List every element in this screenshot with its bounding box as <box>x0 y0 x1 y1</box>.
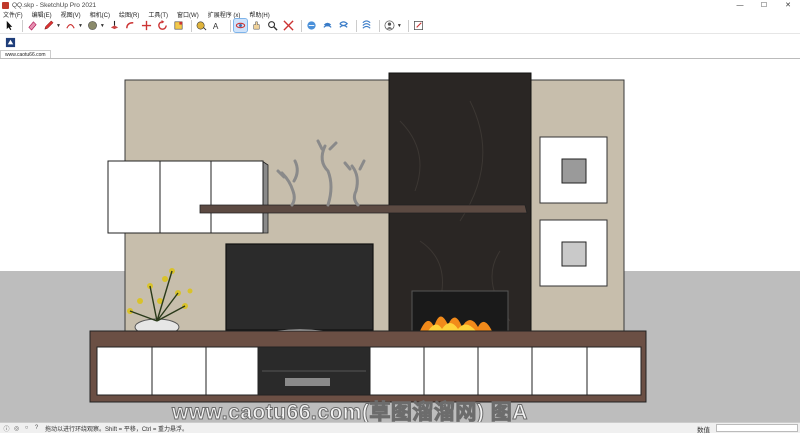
floating-shelf <box>199 204 528 214</box>
status-hint: 拖动以进行环绕观察。Shift = 平移，Ctrl = 重力悬浮。 <box>45 426 189 433</box>
toolbar-separator <box>300 19 302 32</box>
geo-location-icon[interactable]: ◎ <box>13 425 20 432</box>
warehouse-icon[interactable] <box>305 19 318 32</box>
toolbar-separator <box>378 19 380 32</box>
zoom-icon[interactable] <box>266 19 279 32</box>
window-title: QQ.skp - SketchUp Pro 2021 <box>12 1 97 9</box>
toolbar-separator <box>22 19 23 32</box>
layout-icon[interactable] <box>337 19 350 32</box>
secondary-toolbar <box>0 34 800 50</box>
title-bar: QQ.skp - SketchUp Pro 2021 — ☐ ✕ <box>0 0 800 10</box>
app-window: QQ.skp - SketchUp Pro 2021 — ☐ ✕ 文件(F) 编… <box>0 0 800 434</box>
chevron-down-icon[interactable]: ▼ <box>56 23 61 29</box>
measurements-input[interactable] <box>716 424 798 432</box>
shape-icon[interactable] <box>86 19 99 32</box>
chevron-down-icon[interactable]: ▼ <box>100 23 105 29</box>
orbit-icon[interactable] <box>232 18 248 33</box>
window-controls: — ☐ ✕ <box>728 0 800 10</box>
maximize-button[interactable]: ☐ <box>752 0 776 10</box>
rotate-icon[interactable] <box>156 19 169 32</box>
move-icon[interactable] <box>140 19 153 32</box>
arc-icon[interactable] <box>64 19 77 32</box>
credits-icon[interactable]: ○ <box>23 425 30 432</box>
sketch-icon[interactable] <box>412 19 425 32</box>
text-icon[interactable]: A <box>211 19 224 32</box>
menu-bar: 文件(F) 编辑(E) 视图(V) 相机(C) 绘图(R) 工具(T) 窗口(W… <box>0 10 800 19</box>
toolbar-separator <box>229 19 231 32</box>
select-icon[interactable] <box>3 19 16 32</box>
scene-drawing[interactable] <box>0 59 800 422</box>
chevron-down-icon[interactable]: ▼ <box>397 23 402 29</box>
tape-measure-icon[interactable] <box>195 19 208 32</box>
close-button[interactable]: ✕ <box>776 0 800 10</box>
status-icons: ⓘ ◎ ○ ? <box>3 425 43 433</box>
sketchup-app-icon <box>2 1 9 9</box>
eraser-icon[interactable] <box>26 19 39 32</box>
status-bar: ⓘ ◎ ○ ? 拖动以进行环绕观察。Shift = 平移，Ctrl = 重力悬浮… <box>0 422 800 434</box>
television <box>225 243 374 331</box>
svg-text:A: A <box>213 22 219 31</box>
extension-warehouse-icon[interactable] <box>321 19 334 32</box>
account-icon[interactable] <box>383 19 396 32</box>
zoom-extents-icon[interactable] <box>282 19 295 32</box>
info-icon[interactable]: ⓘ <box>3 425 10 433</box>
component-icon[interactable] <box>4 36 17 49</box>
pan-icon[interactable] <box>250 19 263 32</box>
toolbar-separator <box>190 19 192 32</box>
scale-icon[interactable] <box>172 19 185 32</box>
model-viewport[interactable] <box>0 58 800 422</box>
push-pull-icon[interactable] <box>108 19 121 32</box>
toolbar-separator <box>355 19 357 32</box>
main-toolbar: ▼ ▼ ▼ A ▼ <box>0 18 800 34</box>
wall-cabinet <box>107 160 264 234</box>
follow-me-icon[interactable] <box>124 19 137 32</box>
help-icon[interactable]: ? <box>33 425 40 432</box>
pencil-icon[interactable] <box>42 19 55 32</box>
minimize-button[interactable]: — <box>728 0 752 10</box>
styles-icon[interactable] <box>360 19 373 32</box>
toolbar-separator <box>407 19 409 32</box>
chevron-down-icon[interactable]: ▼ <box>78 23 83 29</box>
